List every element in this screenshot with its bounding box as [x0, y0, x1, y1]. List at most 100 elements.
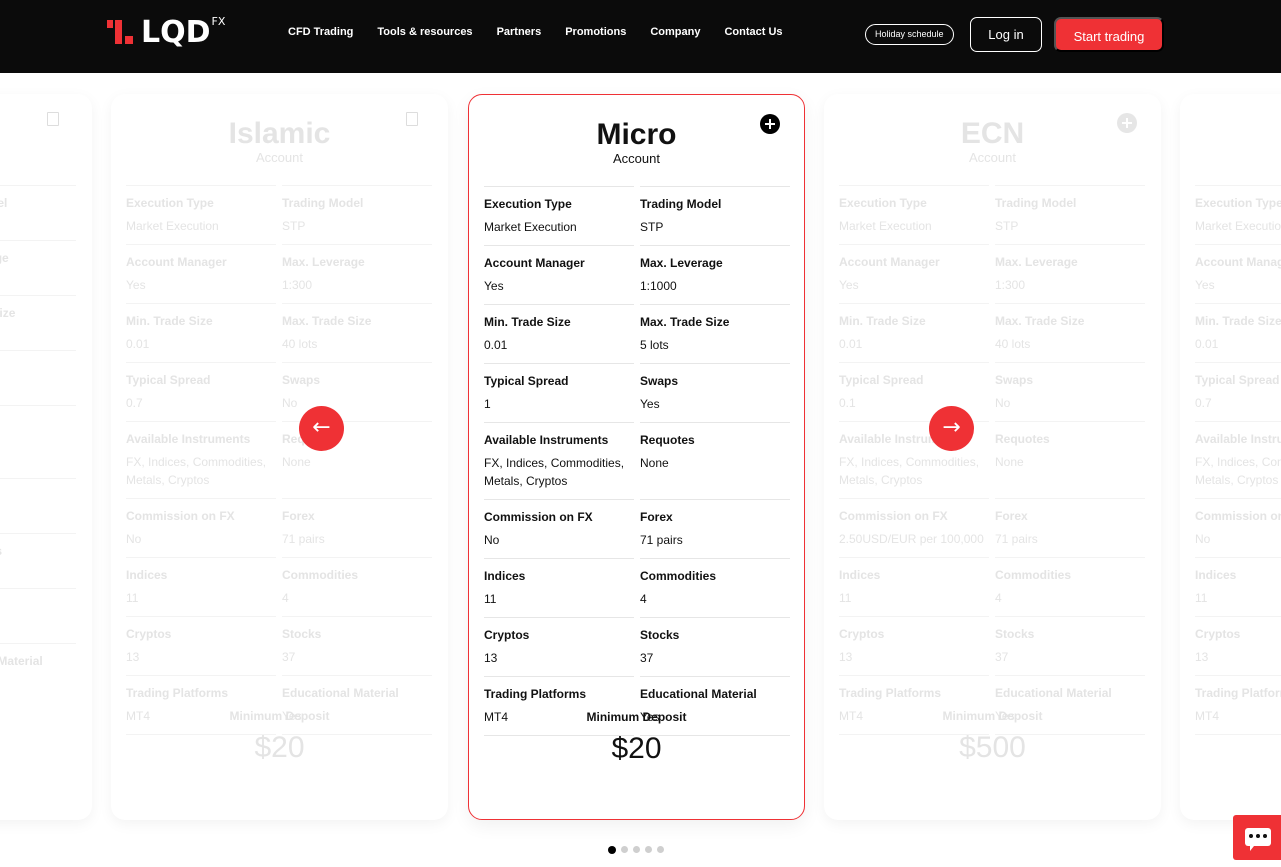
spec-label: Commodities	[282, 568, 359, 582]
spec-label: Execution Type	[1195, 196, 1281, 210]
spec-label: Max. Leverage	[0, 251, 9, 265]
spec-label: Indices	[126, 568, 168, 582]
pagination-dot[interactable]	[608, 845, 616, 854]
spec-cell: Educational Material Yes	[282, 675, 432, 734]
nav-tools-resources[interactable]: Tools & resources	[377, 26, 472, 38]
spec-cell: Trading Model STP	[282, 185, 432, 244]
spec-label: Stocks	[0, 599, 76, 613]
spec-cell: Stocks 37	[282, 616, 432, 675]
spec-label: Max. Trade Size	[995, 314, 1085, 328]
spec-value: 4	[995, 591, 1002, 605]
account-card-ecn[interactable]: ECN Account Execution Type Market Executi…	[824, 94, 1161, 820]
spec-cell: Max. Leverage	[0, 240, 76, 295]
carousel-next-button[interactable]: →	[929, 406, 974, 451]
spec-value: 1:300	[282, 278, 313, 292]
spec-label: Commission on FX	[126, 509, 235, 523]
spec-label: Educational Material	[282, 686, 399, 700]
login-button[interactable]: Log in	[970, 17, 1042, 52]
spec-value: FX, Indices, Commodities, Metals, Crypto…	[126, 455, 267, 487]
minimum-deposit-label: Minimum Deposit	[229, 709, 330, 723]
spec-value: 13	[1195, 650, 1209, 664]
nav-promotions[interactable]: Promotions	[565, 26, 626, 38]
plus-circle-icon[interactable]	[760, 114, 780, 134]
spec-cell: Account Manager Yes	[484, 245, 634, 304]
spec-cell: Commodities	[0, 533, 76, 588]
spec-value: 37	[282, 650, 296, 664]
spec-cell: Requotes None	[995, 421, 1145, 498]
nav-partners[interactable]: Partners	[497, 26, 542, 38]
spec-cell: Educational Material	[0, 643, 76, 698]
pagination-dot[interactable]	[621, 846, 628, 853]
nav-company[interactable]: Company	[650, 26, 700, 38]
spec-label: Commodities	[995, 568, 1072, 582]
spec-cell: Account Manager Yes	[839, 244, 989, 303]
site-header: LQD FX CFD Trading Tools & resources Par…	[0, 0, 1281, 73]
spec-value: STP	[995, 219, 1019, 233]
spec-label: Min. Trade Size	[839, 314, 926, 328]
spec-cell: Indices 11	[484, 558, 634, 617]
spec-cell: Cryptos 13	[1195, 616, 1281, 675]
spec-value: 37	[995, 650, 1009, 664]
spec-value: 13	[126, 650, 140, 664]
spec-label: Account Manager	[484, 256, 585, 270]
spec-value: 13	[484, 651, 498, 665]
pagination-dot[interactable]	[645, 846, 652, 853]
spec-label: Requotes	[995, 432, 1050, 446]
holiday-schedule-button[interactable]: Holiday schedule	[865, 24, 954, 45]
minimum-deposit-label: Minimum Deposit	[586, 710, 687, 724]
spec-value: No	[126, 532, 142, 546]
spec-label: Account Manager	[126, 255, 227, 269]
spec-cell: Max. Leverage 1:1000	[640, 245, 790, 304]
minimum-deposit-label: Minimum Deposit	[942, 709, 1043, 723]
nav-contact-us[interactable]: Contact Us	[724, 26, 782, 38]
spec-cell: Typical Spread 0.7	[126, 362, 276, 421]
spec-cell: Commission on FX No	[484, 499, 634, 558]
start-trading-button[interactable]: Start trading	[1054, 17, 1164, 52]
spec-cell: Forex 71 pairs	[282, 498, 432, 557]
nav-cfd-trading[interactable]: CFD Trading	[288, 26, 353, 38]
spec-label: Cryptos	[126, 627, 172, 641]
broken-image-icon	[406, 112, 418, 126]
spec-label: Cryptos	[1195, 627, 1241, 641]
spec-label: Swaps	[640, 374, 679, 388]
carousel-prev-button[interactable]: ←	[299, 406, 344, 451]
spec-label: Trading Model	[995, 196, 1077, 210]
spec-value: 0.1	[839, 396, 856, 410]
spec-label: Available Instruments	[484, 433, 609, 447]
spec-cell: Typical Spread 1	[484, 363, 634, 422]
spec-cell: Trading Model	[0, 185, 76, 240]
account-card-micro[interactable]: Micro Account Execution Type Market Execu…	[468, 94, 805, 820]
spec-cell: Forex 71 pairs	[640, 499, 790, 558]
spec-cell: Swaps Yes	[640, 363, 790, 422]
spec-cell: Educational Material Yes	[640, 676, 790, 735]
spec-cell: Stocks 37	[640, 617, 790, 676]
spec-label: Max. Leverage	[640, 256, 723, 270]
spec-value: 71 pairs	[640, 533, 683, 547]
specs-grid: Execution Type Market Execution Account Ma…	[1195, 185, 1281, 735]
spec-label: Stocks	[640, 628, 680, 642]
spec-value: 13	[839, 650, 853, 664]
spec-label: Commission on FX	[484, 510, 593, 524]
spec-value: 1:1000	[640, 279, 677, 293]
spec-value: MT4	[1195, 709, 1219, 723]
spec-value: 4	[282, 591, 289, 605]
account-card-partial-left[interactable]: Execution TypeTrading ModelAccount Manag…	[0, 94, 92, 820]
lqdfx-logo[interactable]: LQD FX	[107, 16, 225, 48]
arrow-right-icon: →	[942, 415, 961, 440]
plus-circle-icon[interactable]	[1117, 113, 1137, 133]
spec-label: Swaps	[995, 373, 1034, 387]
account-card-islamic[interactable]: Islamic Account Execution Type Market Exe…	[111, 94, 448, 820]
account-title: Islamic	[228, 117, 331, 150]
account-title: Micro	[596, 118, 677, 151]
account-card-partial-right[interactable]: Execution Type Market Execution Account Ma…	[1180, 94, 1281, 820]
chat-widget-button[interactable]	[1233, 815, 1281, 860]
spec-label: Trading Model	[0, 196, 8, 210]
spec-label: Commission on FX	[1195, 509, 1281, 523]
pagination-dot[interactable]	[657, 846, 664, 853]
spec-label: Cryptos	[484, 628, 530, 642]
pagination-dot[interactable]	[633, 846, 640, 853]
spec-cell: Indices 11	[126, 557, 276, 616]
spec-label: Max. Trade Size	[0, 306, 16, 320]
spec-label: Execution Type	[126, 196, 214, 210]
spec-cell: Min. Trade Size 0.01	[839, 303, 989, 362]
